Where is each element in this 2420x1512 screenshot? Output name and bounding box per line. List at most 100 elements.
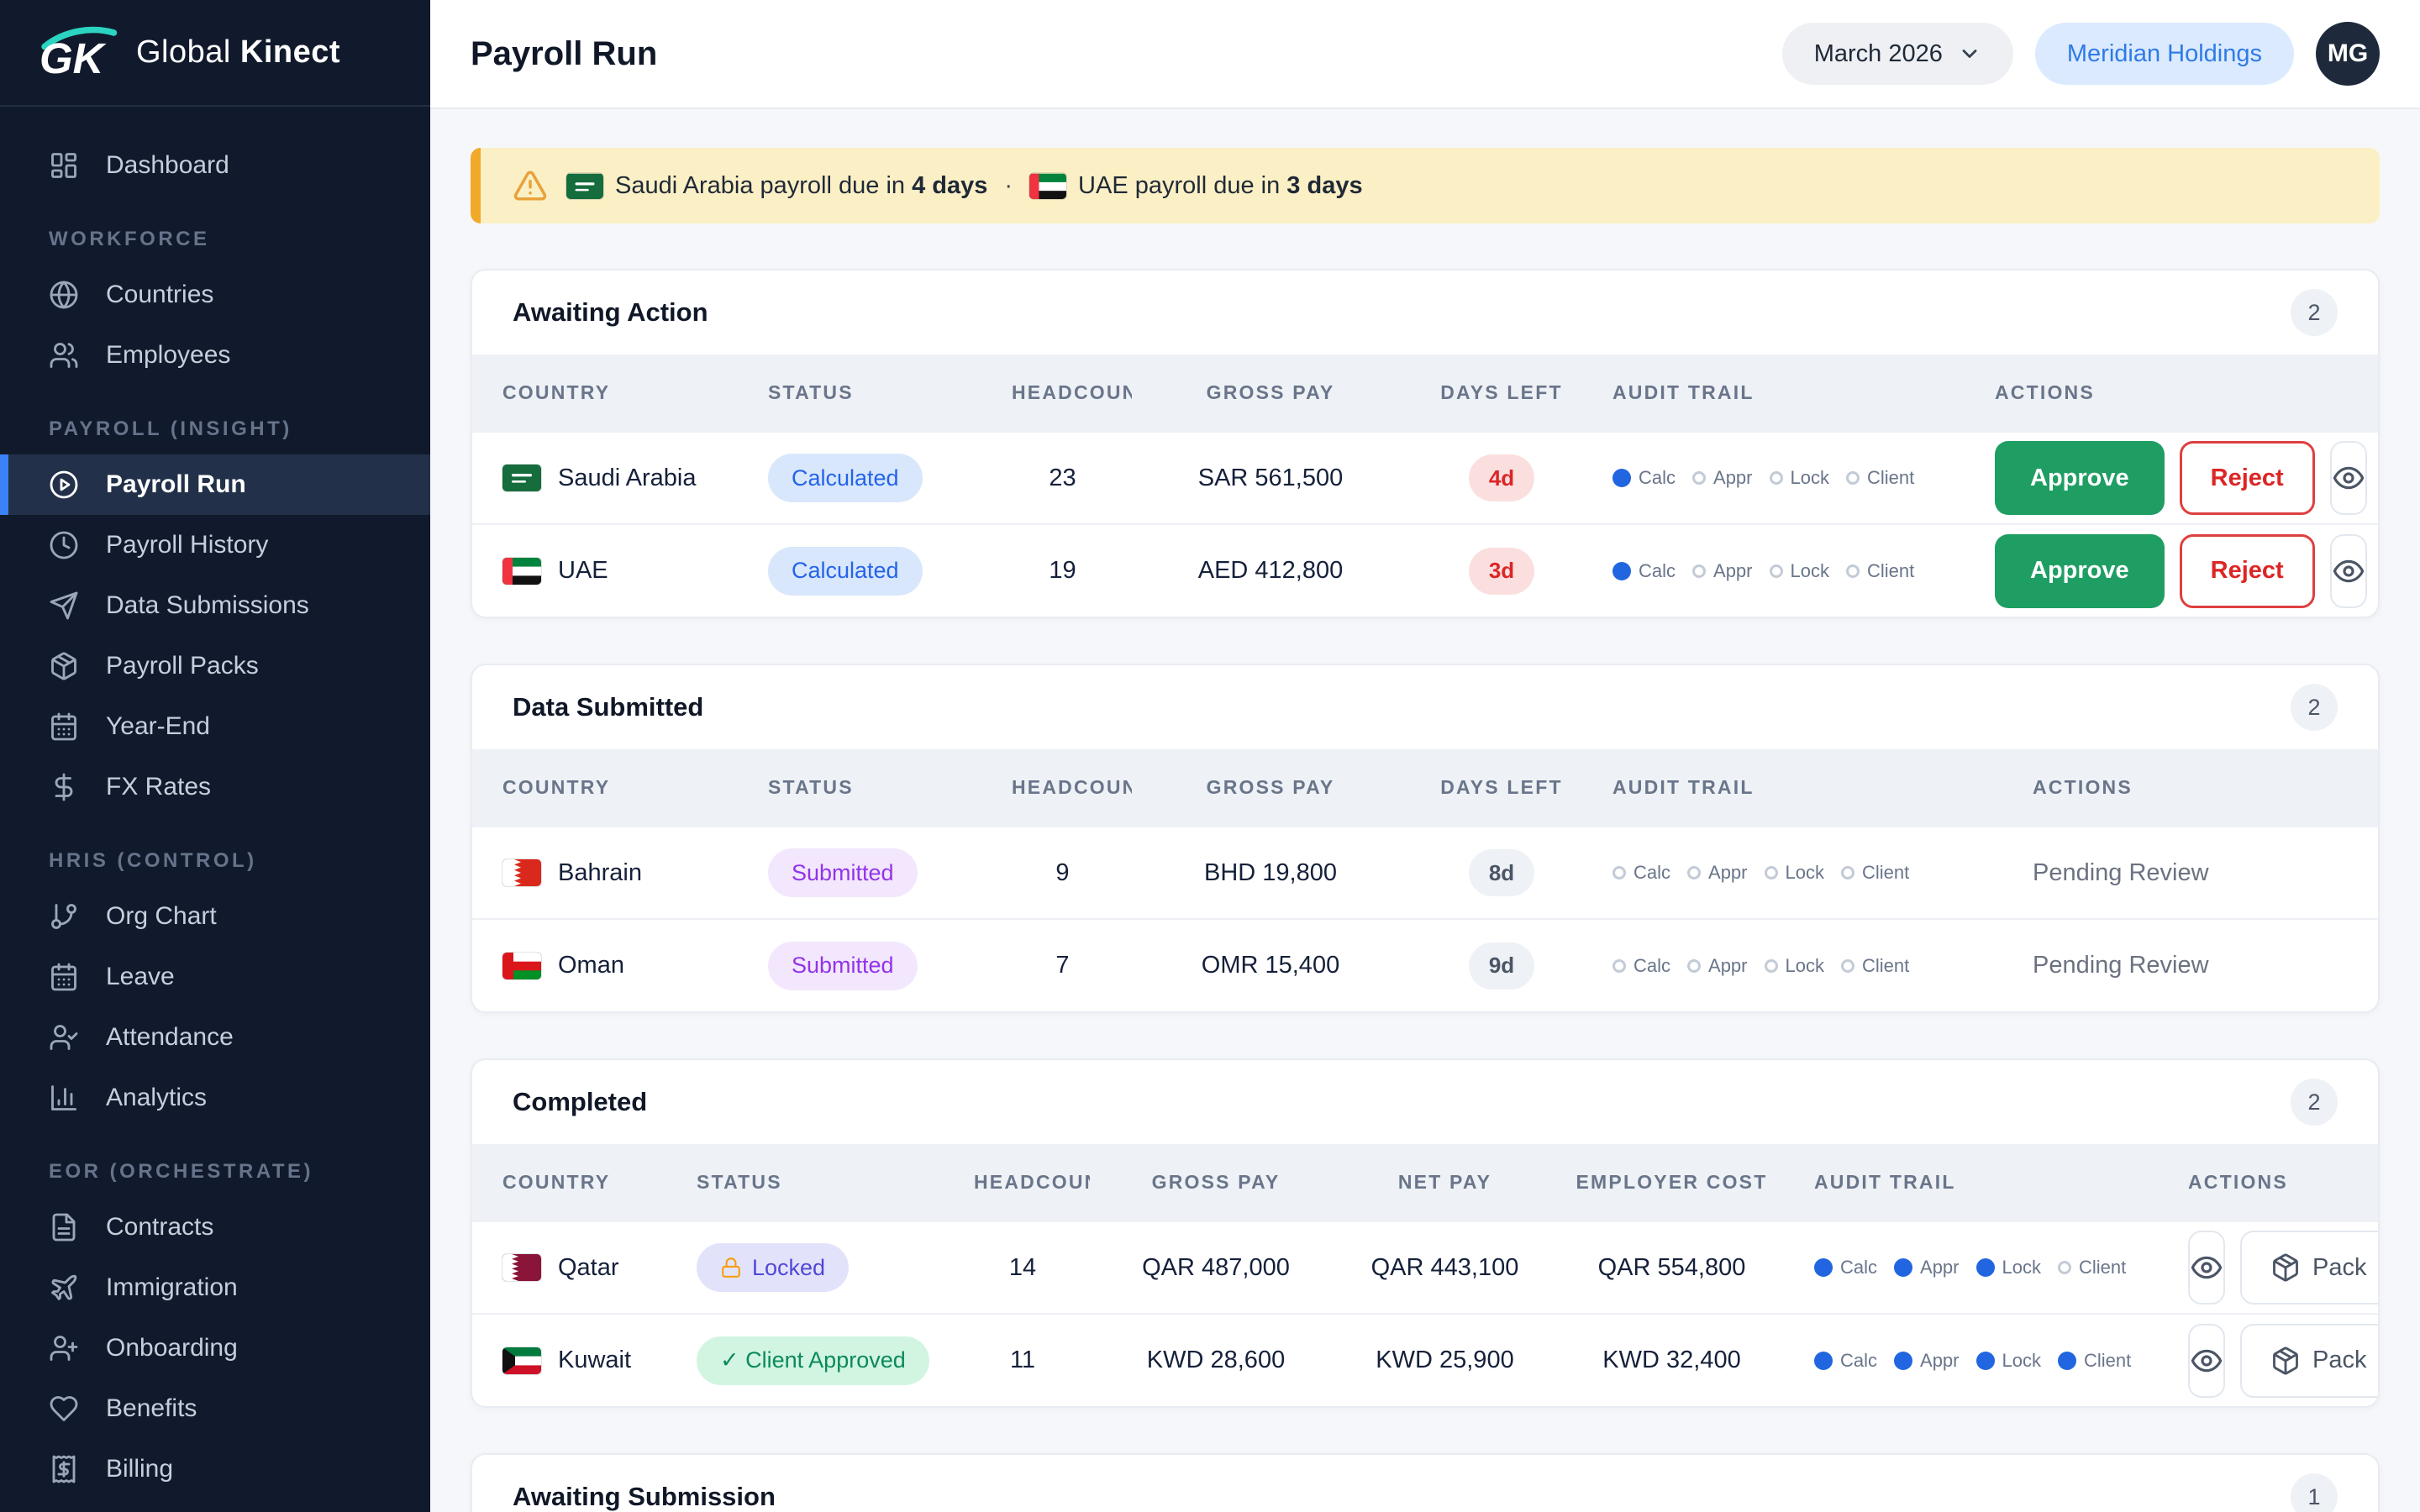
table-row: OmanSubmitted7OMR 15,4009dCalcApprLockCl… [472,919,2380,1011]
count-badge: 2 [2291,289,2338,336]
gross-pay-cell: QAR 487,000 [1090,1221,1342,1314]
audit-step: Appr [1894,1257,1959,1278]
sidebar-item-payroll-history[interactable]: Payroll History [0,515,430,575]
sidebar-item-benefits[interactable]: Benefits [0,1378,430,1439]
audit-dot-filled-icon [1976,1352,1995,1370]
sidebar-item-year-end[interactable]: Year-End [0,696,430,757]
sidebar-item-countries[interactable]: Countries [0,265,430,325]
alert-separator: · [1004,172,1013,200]
sidebar-section-label: PAYROLL (INSIGHT) [0,386,430,454]
reject-button[interactable]: Reject [2180,441,2315,515]
flag-ae-icon [502,558,541,585]
approve-button[interactable]: Approve [1995,441,2165,515]
main-area: Payroll Run March 2026 Meridian Holdings… [430,0,2420,1512]
headcount-cell: 9 [993,827,1132,919]
audit-trail: CalcApprLockClient [1814,1350,2151,1372]
audit-dot-filled-icon [1976,1258,1995,1277]
table-row: UAECalculated19AED 412,8003dCalcApprLock… [472,524,2380,617]
column-header: COUNTRY [472,354,750,432]
gross-pay-cell: KWD 28,600 [1090,1314,1342,1406]
audit-dot-empty-icon [1765,959,1778,973]
sidebar-item-label: Employees [106,341,230,370]
employer-cost-cell: QAR 554,800 [1548,1221,1796,1314]
panel-completed: Completed 2 COUNTRYSTATUSHEADCOUNTGROSS … [471,1058,2380,1408]
lock-icon [720,1257,742,1278]
sidebar-item-immigration[interactable]: Immigration [0,1257,430,1318]
count-badge: 2 [2291,1079,2338,1126]
country-name: Oman [558,952,624,979]
send-icon [49,591,79,621]
country-cell: Oman [472,919,750,1011]
sidebar-item-payroll-packs[interactable]: Payroll Packs [0,636,430,696]
audit-step: Calc [1612,560,1676,582]
country-cell: Kuwait [472,1314,678,1406]
audit-dot-filled-icon [1814,1352,1833,1370]
status-badge: Locked [697,1243,849,1292]
status-cell: Calculated [750,524,993,617]
audit-step: Appr [1894,1350,1959,1372]
user-plus-icon [49,1333,79,1363]
sidebar-item-attendance[interactable]: Attendance [0,1007,430,1068]
sidebar-item-leave[interactable]: Leave [0,947,430,1007]
column-header: AUDIT TRAIL [1796,1144,2170,1221]
sidebar-item-label: Year-End [106,712,210,741]
data-submitted-table: COUNTRYSTATUSHEADCOUNTGROSS PAYDAYS LEFT… [472,749,2380,1011]
sidebar-item-analytics[interactable]: Analytics [0,1068,430,1128]
audit-step: Appr [1692,467,1752,489]
reject-button[interactable]: Reject [2180,534,2315,608]
period-label: March 2026 [1814,40,1943,68]
audit-trail: CalcApprLockClient [1814,1257,2151,1278]
sidebar-item-payroll-run[interactable]: Payroll Run [0,454,430,515]
panel-header: Completed 2 [472,1060,2378,1144]
audit-step: Appr [1687,862,1747,884]
country-name: UAE [558,557,608,585]
pack-button[interactable]: Pack [2240,1324,2380,1398]
audit-dot-empty-icon [1692,564,1706,578]
panel-title: Data Submitted [513,692,703,722]
sidebar-item-onboarding[interactable]: Onboarding [0,1318,430,1378]
deadline-alert: Saudi Arabia payroll due in 4 days· UAE … [471,148,2380,223]
sidebar-item-dashboard[interactable]: Dashboard [0,135,430,196]
flag-sa-icon [566,173,603,199]
file-text-icon [49,1212,79,1242]
sidebar-item-org-chart[interactable]: Org Chart [0,886,430,947]
headcount-cell: 14 [955,1221,1090,1314]
count-badge: 1 [2291,1473,2338,1512]
sidebar-item-employees[interactable]: Employees [0,325,430,386]
gross-pay-cell: AED 412,800 [1132,524,1409,617]
pack-button[interactable]: Pack [2240,1231,2380,1305]
sidebar-item-label: Attendance [106,1023,234,1052]
flag-kw-icon [502,1347,541,1374]
days-left-badge: 9d [1469,942,1534,990]
table-row: QatarLocked14QAR 487,000QAR 443,100QAR 5… [472,1221,2380,1314]
sidebar-section-label: EOR (ORCHESTRATE) [0,1128,430,1197]
sidebar-item-data-submissions[interactable]: Data Submissions [0,575,430,636]
view-button[interactable] [2330,441,2367,515]
audit-cell: CalcApprLockClient [1594,827,2014,919]
panel-title: Awaiting Action [513,297,708,328]
panel-title: Awaiting Submission [513,1482,776,1512]
country-cell: Qatar [472,1221,678,1314]
view-button[interactable] [2330,534,2367,608]
actions-cell: Pack [2170,1221,2380,1314]
panel-header: Awaiting Action 2 [472,270,2378,354]
sidebar-item-label: Benefits [106,1394,197,1423]
awaiting-action-table: COUNTRYSTATUSHEADCOUNTGROSS PAYDAYS LEFT… [472,354,2380,617]
days-left-badge: 8d [1469,849,1534,896]
company-selector[interactable]: Meridian Holdings [2035,23,2294,85]
sidebar-item-billing[interactable]: Billing [0,1439,430,1499]
sidebar-item-label: FX Rates [106,773,211,801]
period-selector[interactable]: March 2026 [1782,23,2013,85]
users-icon [49,340,79,370]
sidebar-item-label: Leave [106,963,175,991]
avatar[interactable]: MG [2316,22,2380,86]
approve-button[interactable]: Approve [1995,534,2165,608]
sidebar-item-fx-rates[interactable]: FX Rates [0,757,430,817]
sidebar-item-contracts[interactable]: Contracts [0,1197,430,1257]
employer-cost-cell: KWD 32,400 [1548,1314,1796,1406]
clock-icon [49,530,79,560]
chevron-down-icon [1958,42,1981,66]
audit-trail: CalcApprLockClient [1612,955,1996,977]
view-button[interactable] [2188,1324,2225,1398]
view-button[interactable] [2188,1231,2225,1305]
